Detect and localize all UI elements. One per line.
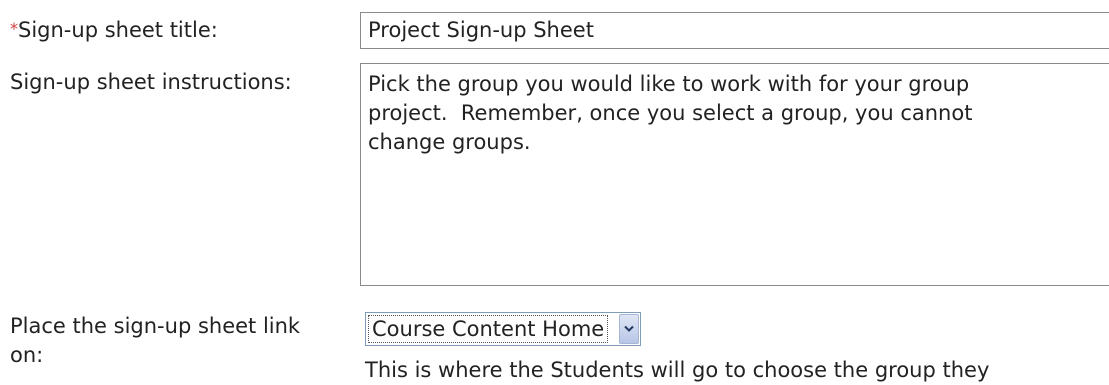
instructions-textarea[interactable]: Pick the group you would like to work wi… (360, 63, 1109, 286)
required-marker: * (10, 19, 18, 38)
placement-label: Place the sign-up sheet link on: (10, 314, 301, 367)
chevron-down-icon-glyph (624, 325, 634, 332)
chevron-down-icon[interactable] (619, 314, 639, 344)
placement-helper-text: This is where the Students will go to ch… (365, 358, 990, 382)
title-label-text: Sign-up sheet title: (18, 18, 218, 42)
title-label: *Sign-up sheet title: (10, 15, 218, 44)
placement-select[interactable]: Course Content Home (365, 312, 641, 346)
placement-select-value: Course Content Home (368, 315, 609, 343)
instructions-label: Sign-up sheet instructions: (10, 70, 292, 94)
title-input[interactable]: Project Sign-up Sheet (360, 12, 1109, 49)
